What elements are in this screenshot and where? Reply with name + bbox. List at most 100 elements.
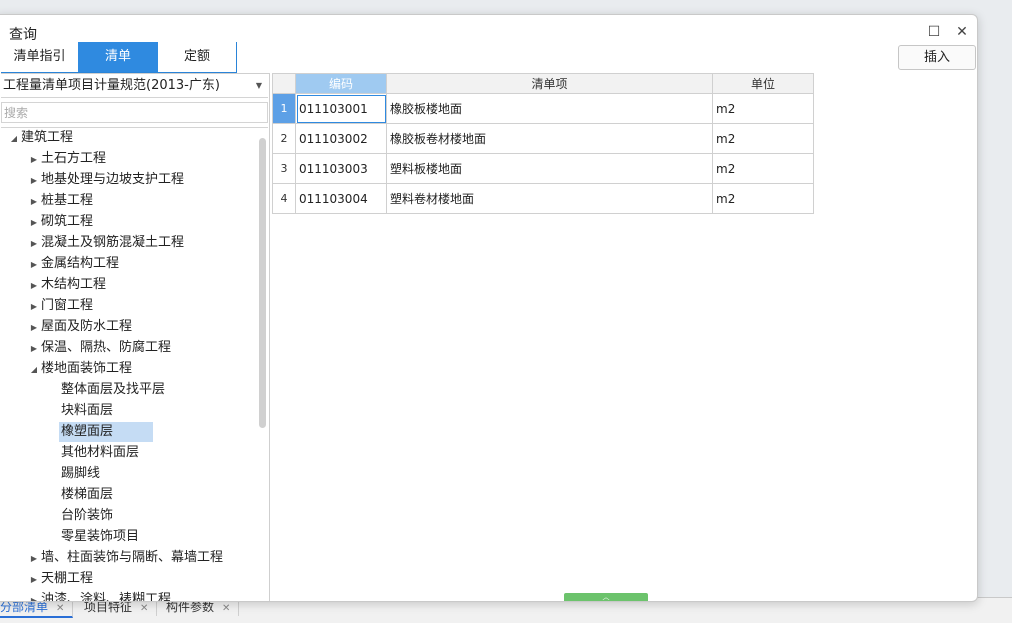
tree-node-label: 整体面层及找平层 [61, 382, 166, 397]
close-icon[interactable]: ✕ [953, 23, 971, 41]
collapsed-icon[interactable]: ▶ [27, 276, 41, 296]
dropdown-arrow-icon[interactable]: ▼ [256, 74, 262, 98]
cell-code[interactable]: 011103001 [295, 93, 387, 124]
tree-node-label: 其他材料面层 [61, 445, 140, 460]
table-row[interactable]: 1 011103001 橡胶板楼地面 m2 [272, 93, 814, 124]
tab-bill-guide[interactable]: 清单指引 [1, 42, 78, 72]
close-icon[interactable]: ✕ [222, 603, 230, 614]
expanded-icon[interactable]: ◢ [7, 129, 21, 149]
tree-node-label: 土石方工程 [41, 151, 107, 166]
tree-node-label: 屋面及防水工程 [41, 319, 133, 334]
row-number[interactable]: 2 [272, 123, 296, 154]
cell-unit[interactable]: m2 [712, 93, 814, 124]
bottom-tab-2-label: 项目特征 [84, 600, 133, 614]
tree-node[interactable]: ▶ 保温、隔热、防腐工程 [27, 338, 171, 358]
collapse-handle[interactable]: ︿ [564, 593, 648, 601]
tree-node[interactable]: ▶ 屋面及防水工程 [27, 317, 132, 337]
tree-node[interactable]: ▶ 金属结构工程 [27, 254, 119, 274]
row-number[interactable]: 1 [272, 93, 296, 124]
tree-node-label: 零星装饰项目 [61, 529, 140, 544]
bottom-tab-1-label: 分部清单 [0, 600, 49, 614]
row-number[interactable]: 3 [272, 153, 296, 184]
tree-node[interactable]: ▶ 混凝土及钢筋混凝土工程 [27, 233, 184, 253]
column-header-item[interactable]: 清单项 [386, 73, 713, 94]
tree-node[interactable]: ▶ 木结构工程 [27, 275, 106, 295]
tree-leaf-selected[interactable]: 橡塑面层 [59, 422, 154, 442]
tree-node-label: 门窗工程 [41, 298, 94, 313]
cell-unit[interactable]: m2 [712, 183, 814, 214]
query-dialog: 查询 ☐ ✕ 清单指引 清单 定额 插入 工程量清单项目计量规范(2013-广东… [0, 14, 978, 602]
tree-node-label: 块料面层 [61, 403, 114, 418]
tree-leaf[interactable]: 块料面层 [61, 401, 113, 421]
collapsed-icon[interactable]: ▶ [27, 150, 41, 170]
tree-node-label: 砌筑工程 [41, 214, 94, 229]
tree-node[interactable]: ◢ 楼地面装饰工程 [27, 359, 132, 379]
tree-scrollbar[interactable] [259, 138, 266, 428]
collapsed-icon[interactable]: ▶ [27, 549, 41, 569]
cell-code[interactable]: 011103002 [295, 123, 387, 154]
tree-node[interactable]: ◢ 建筑工程 [7, 128, 73, 148]
search-input[interactable] [1, 102, 268, 123]
cell-code[interactable]: 011103004 [295, 183, 387, 214]
close-icon[interactable]: ✕ [140, 603, 148, 614]
row-number[interactable]: 4 [272, 183, 296, 214]
tree-node-label: 建筑工程 [21, 130, 74, 145]
tree-node-label: 踢脚线 [61, 466, 101, 481]
bottom-tab-3-label: 构件参数 [166, 600, 215, 614]
tree-node-label: 楼地面装饰工程 [41, 361, 133, 376]
table-row[interactable]: 3 011103003 塑料板楼地面 m2 [272, 153, 814, 184]
close-icon[interactable]: ✕ [56, 603, 64, 614]
expanded-icon[interactable]: ◢ [27, 360, 41, 380]
tree-leaf[interactable]: 零星装饰项目 [61, 527, 139, 547]
tree-node[interactable]: ▶ 地基处理与边坡支护工程 [27, 170, 184, 190]
tree-leaf[interactable]: 楼梯面层 [61, 485, 113, 505]
tree-node[interactable]: ▶ 天棚工程 [27, 569, 93, 589]
table-header-row: 编码 清单项 单位 [272, 73, 814, 94]
collapsed-icon[interactable]: ▶ [27, 171, 41, 191]
tree-node[interactable]: ▶ 油漆、涂料、裱糊工程 [27, 590, 172, 602]
tab-bill[interactable]: 清单 [78, 42, 158, 72]
tree-node-label: 金属结构工程 [41, 256, 120, 271]
tree-node-label: 橡塑面层 [61, 424, 114, 439]
cell-code[interactable]: 011103003 [295, 153, 387, 184]
collapsed-icon[interactable]: ▶ [27, 255, 41, 275]
library-select-value: 工程量清单项目计量规范(2013-广东) [3, 78, 220, 93]
tree-leaf[interactable]: 其他材料面层 [61, 443, 139, 463]
cell-item[interactable]: 橡胶板卷材楼地面 [386, 123, 713, 154]
collapsed-icon[interactable]: ▶ [27, 570, 41, 590]
dialog-title: 查询 [9, 27, 37, 43]
tree-leaf[interactable]: 整体面层及找平层 [61, 380, 165, 400]
collapsed-icon[interactable]: ▶ [27, 297, 41, 317]
tab-quota[interactable]: 定额 [158, 42, 237, 72]
table-row[interactable]: 2 011103002 橡胶板卷材楼地面 m2 [272, 123, 814, 154]
collapsed-icon[interactable]: ▶ [27, 213, 41, 233]
category-tree: ◢ 建筑工程 ▶ 土石方工程 ▶ 地基处理与边坡支护工程 ▶ 桩基工程 ▶ 砌筑工程 ▶ 混… [1, 127, 268, 602]
cell-item[interactable]: 橡胶板楼地面 [386, 93, 713, 124]
tree-node[interactable]: ▶ 墙、柱面装饰与隔断、幕墙工程 [27, 548, 223, 568]
tree-node[interactable]: ▶ 土石方工程 [27, 149, 106, 169]
column-header-unit[interactable]: 单位 [712, 73, 814, 94]
table-row[interactable]: 4 011103004 塑料卷材楼地面 m2 [272, 183, 814, 214]
collapsed-icon[interactable]: ▶ [27, 591, 41, 601]
tree-node[interactable]: ▶ 桩基工程 [27, 191, 93, 211]
insert-button[interactable]: 插入 [898, 45, 976, 70]
collapsed-icon[interactable]: ▶ [27, 318, 41, 338]
column-header-code[interactable]: 编码 [295, 73, 387, 94]
tree-node[interactable]: ▶ 门窗工程 [27, 296, 93, 316]
tree-leaf[interactable]: 台阶装饰 [61, 506, 113, 526]
tree-node-label: 保温、隔热、防腐工程 [41, 340, 172, 355]
collapsed-icon[interactable]: ▶ [27, 234, 41, 254]
tree-node[interactable]: ▶ 砌筑工程 [27, 212, 93, 232]
tree-leaf[interactable]: 踢脚线 [61, 464, 100, 484]
tree-node-label: 木结构工程 [41, 277, 107, 292]
library-select[interactable]: 工程量清单项目计量规范(2013-广东) ▼ [1, 74, 268, 98]
tree-node-label: 混凝土及钢筋混凝土工程 [41, 235, 185, 250]
cell-item[interactable]: 塑料卷材楼地面 [386, 183, 713, 214]
cell-item[interactable]: 塑料板楼地面 [386, 153, 713, 184]
collapsed-icon[interactable]: ▶ [27, 339, 41, 359]
collapsed-icon[interactable]: ▶ [27, 192, 41, 212]
maximize-icon[interactable]: ☐ [925, 23, 943, 41]
cell-unit[interactable]: m2 [712, 123, 814, 154]
tree-node-label: 油漆、涂料、裱糊工程 [41, 592, 172, 602]
cell-unit[interactable]: m2 [712, 153, 814, 184]
